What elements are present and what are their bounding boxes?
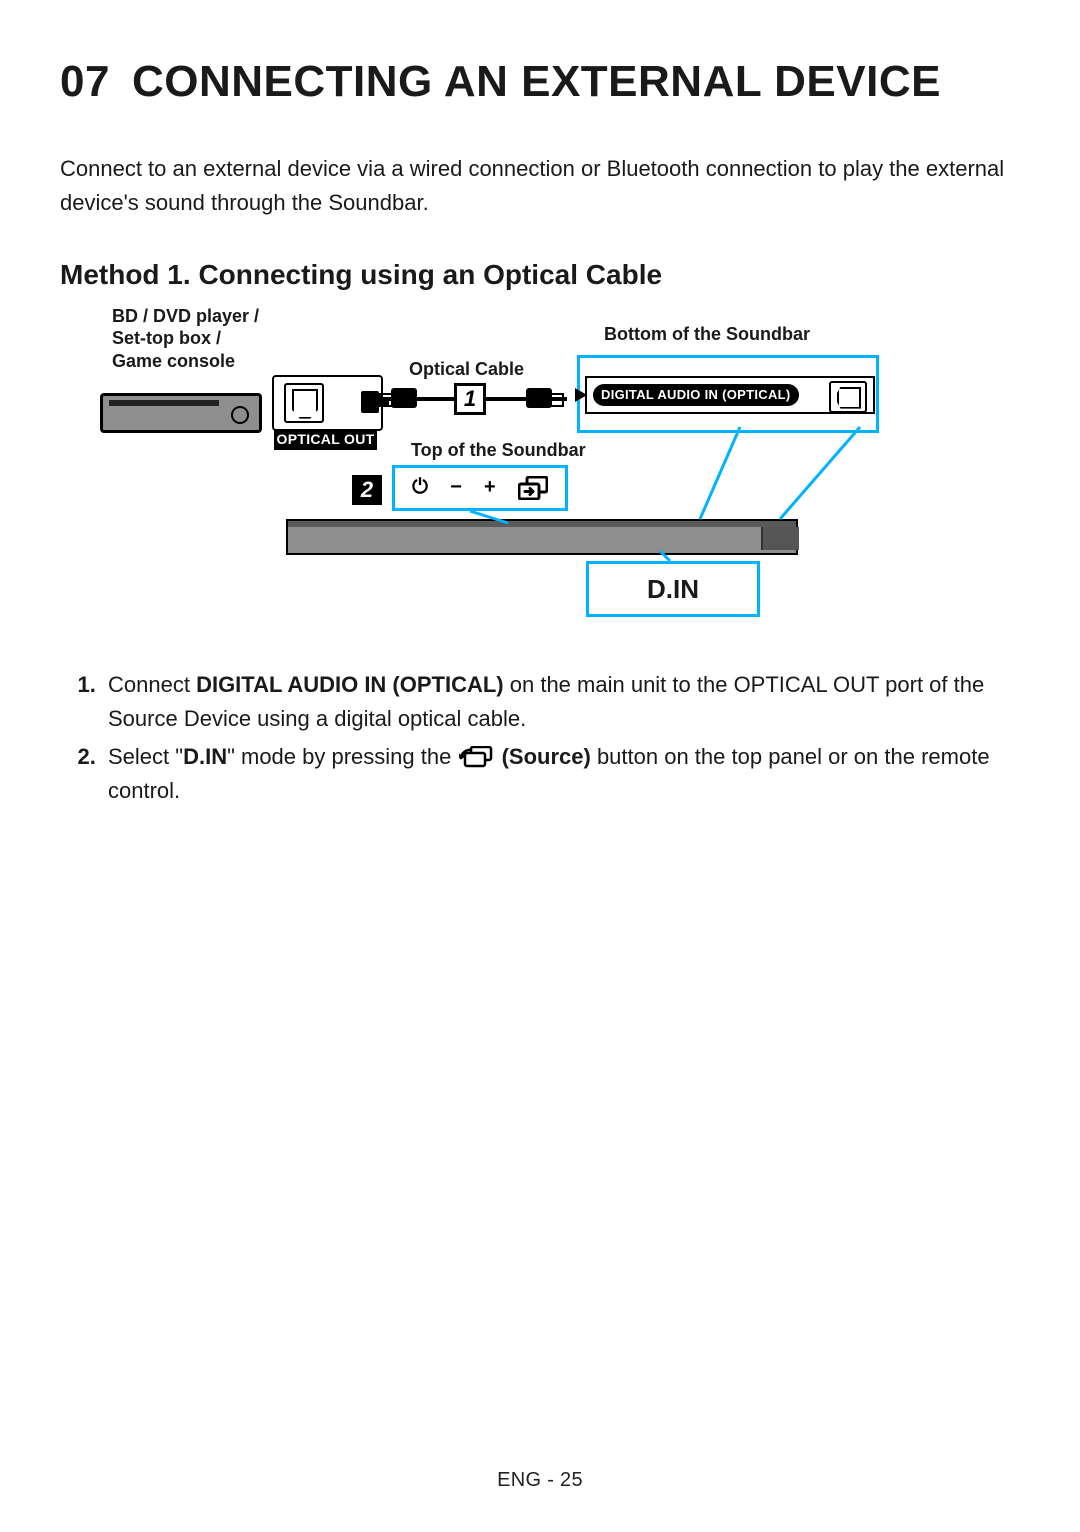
optical-out-port-icon <box>272 375 383 431</box>
digital-audio-in-label: DIGITAL AUDIO IN (OPTICAL) <box>593 384 799 406</box>
cable-plug-right-icon <box>526 384 564 412</box>
method1-title: Method 1. Connecting using an Optical Ca… <box>60 259 1020 291</box>
source-button-inline-icon <box>459 746 493 768</box>
soundbar-body-icon <box>286 519 798 555</box>
step-2-text-c: " mode by pressing the <box>227 744 457 769</box>
soundbar-bottom-panel: DIGITAL AUDIO IN (OPTICAL) <box>577 355 879 433</box>
top-of-soundbar-label: Top of the Soundbar <box>411 439 586 462</box>
source-device-label: BD / DVD player / Set-top box / Game con… <box>112 305 259 373</box>
volume-up-icon: + <box>484 476 496 499</box>
step-2-bold-source: (Source) <box>495 744 590 769</box>
step-2-text-a: Select " <box>108 744 183 769</box>
step-marker-1-icon: 1 <box>454 383 486 415</box>
bottom-of-soundbar-label: Bottom of the Soundbar <box>604 323 810 346</box>
intro-paragraph: Connect to an external device via a wire… <box>60 152 1020 220</box>
optical-cable-label: Optical Cable <box>409 358 524 381</box>
optical-out-port-label: OPTICAL OUT <box>274 429 377 450</box>
volume-down-icon: − <box>450 476 462 499</box>
step-1: Connect DIGITAL AUDIO IN (OPTICAL) on th… <box>102 668 1020 736</box>
source-device-label-l1: BD / DVD player / <box>112 306 259 326</box>
source-button-icon <box>518 476 548 500</box>
source-device-icon <box>100 393 262 433</box>
power-icon: ⏻ <box>412 476 428 499</box>
source-device-label-l2: Set-top box / <box>112 328 221 348</box>
step-1-text-a: Connect <box>108 672 196 697</box>
step-marker-2-icon: 2 <box>352 475 382 505</box>
page: 07 CONNECTING AN EXTERNAL DEVICE Connect … <box>0 0 1080 1532</box>
step-list: Connect DIGITAL AUDIO IN (OPTICAL) on th… <box>74 668 1020 808</box>
chapter-title-text: CONNECTING AN EXTERNAL DEVICE <box>132 57 941 106</box>
step-2-bold-din: D.IN <box>183 744 227 769</box>
source-device-label-l3: Game console <box>112 351 235 371</box>
step-1-bold: DIGITAL AUDIO IN (OPTICAL) <box>196 672 504 697</box>
chapter-number: 07 <box>60 57 110 106</box>
soundbar-top-panel: ⏻ − + <box>392 465 568 511</box>
connection-diagram: BD / DVD player / Set-top box / Game con… <box>100 305 900 640</box>
page-footer: ENG - 25 <box>0 1469 1080 1492</box>
digital-audio-in-port-icon: DIGITAL AUDIO IN (OPTICAL) <box>585 376 875 414</box>
din-callout: D.IN <box>586 561 760 617</box>
chapter-title: 07 CONNECTING AN EXTERNAL DEVICE <box>60 58 1020 106</box>
step-2: Select "D.IN" mode by pressing the (Sour… <box>102 740 1020 808</box>
